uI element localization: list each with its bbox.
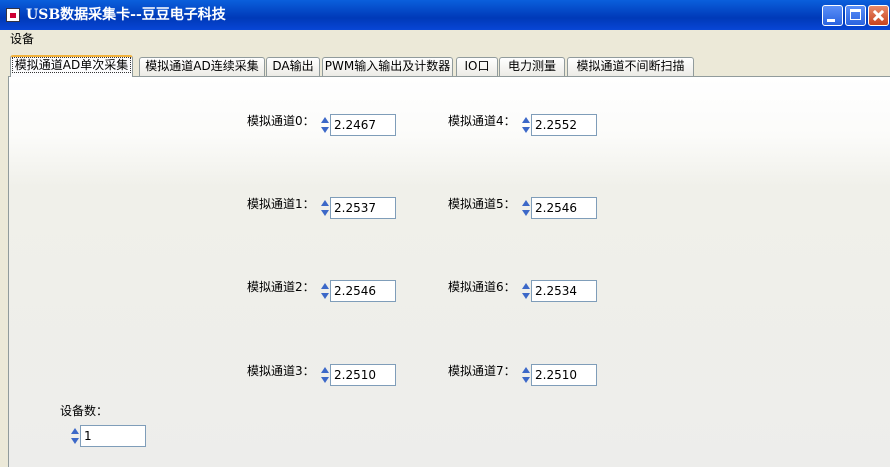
tab-continuous-scan[interactable]: 模拟通道不间断扫描 bbox=[567, 57, 694, 76]
maximize-icon bbox=[850, 9, 861, 20]
spin-down-icon[interactable] bbox=[321, 127, 329, 133]
channel-2-value[interactable]: 2.2546 bbox=[330, 280, 396, 302]
tab-strip: 模拟通道AD单次采集 模拟通道AD连续采集 DA输出 PWM输入输出及计数器 I… bbox=[8, 55, 890, 77]
spin-up-icon[interactable] bbox=[321, 200, 329, 206]
tab-pwm[interactable]: PWM输入输出及计数器 bbox=[322, 57, 453, 76]
channel-0-spinner[interactable] bbox=[320, 114, 330, 136]
spin-up-icon[interactable] bbox=[522, 200, 530, 206]
spin-up-icon[interactable] bbox=[321, 117, 329, 123]
channel-3-spinner[interactable] bbox=[320, 364, 330, 386]
channel-1-value[interactable]: 2.2537 bbox=[330, 197, 396, 219]
spin-down-icon[interactable] bbox=[522, 210, 530, 216]
tab-ad-continuous[interactable]: 模拟通道AD连续采集 bbox=[139, 57, 265, 76]
spin-down-icon[interactable] bbox=[522, 293, 530, 299]
spin-up-icon[interactable] bbox=[522, 117, 530, 123]
title-bar[interactable]: USB数据采集卡--豆豆电子科技 bbox=[0, 0, 890, 30]
app-icon[interactable] bbox=[6, 8, 20, 22]
close-icon bbox=[869, 6, 888, 25]
channel-2-label: 模拟通道2： bbox=[247, 280, 315, 294]
channel-6-spinner[interactable] bbox=[521, 280, 531, 302]
spin-down-icon[interactable] bbox=[522, 127, 530, 133]
minimize-button[interactable] bbox=[822, 5, 843, 26]
channel-2-spinner[interactable] bbox=[320, 280, 330, 302]
window-title: USB数据采集卡--豆豆电子科技 bbox=[26, 7, 226, 23]
channel-3-value[interactable]: 2.2510 bbox=[330, 364, 396, 386]
device-count-spinner[interactable] bbox=[70, 425, 80, 447]
spin-up-icon[interactable] bbox=[71, 428, 79, 434]
spin-down-icon[interactable] bbox=[522, 377, 530, 383]
channel-6-label: 模拟通道6： bbox=[448, 280, 516, 294]
maximize-button[interactable] bbox=[845, 5, 866, 26]
channel-1-spinner[interactable] bbox=[320, 197, 330, 219]
spin-down-icon[interactable] bbox=[71, 438, 79, 444]
menu-device[interactable]: 设备 bbox=[10, 31, 34, 47]
spin-down-icon[interactable] bbox=[321, 377, 329, 383]
spin-down-icon[interactable] bbox=[321, 293, 329, 299]
channel-7-spinner[interactable] bbox=[521, 364, 531, 386]
channel-3-label: 模拟通道3： bbox=[247, 364, 315, 378]
tab-io[interactable]: IO口 bbox=[456, 57, 498, 76]
spin-up-icon[interactable] bbox=[522, 367, 530, 373]
close-button[interactable] bbox=[868, 5, 889, 26]
tab-ad-single[interactable]: 模拟通道AD单次采集 bbox=[10, 55, 133, 77]
channel-1-label: 模拟通道1： bbox=[247, 197, 315, 211]
channel-4-label: 模拟通道4： bbox=[448, 114, 516, 128]
channel-4-value[interactable]: 2.2552 bbox=[531, 114, 597, 136]
device-count-value[interactable]: 1 bbox=[80, 425, 146, 447]
spin-up-icon[interactable] bbox=[321, 367, 329, 373]
tab-da-output[interactable]: DA输出 bbox=[266, 57, 320, 76]
channel-5-spinner[interactable] bbox=[521, 197, 531, 219]
spin-up-icon[interactable] bbox=[522, 283, 530, 289]
tab-ad-single-label: 模拟通道AD单次采集 bbox=[11, 57, 132, 73]
spin-up-icon[interactable] bbox=[321, 283, 329, 289]
channel-0-label: 模拟通道0： bbox=[247, 114, 315, 128]
device-count-label: 设备数： bbox=[60, 404, 109, 418]
channel-4-spinner[interactable] bbox=[521, 114, 531, 136]
spin-down-icon[interactable] bbox=[321, 210, 329, 216]
channel-7-value[interactable]: 2.2510 bbox=[531, 364, 597, 386]
channel-6-value[interactable]: 2.2534 bbox=[531, 280, 597, 302]
channel-7-label: 模拟通道7： bbox=[448, 364, 516, 378]
menu-bar: 设备 bbox=[0, 30, 890, 48]
minimize-icon bbox=[827, 19, 835, 22]
tab-panel-ad-single bbox=[8, 76, 890, 467]
channel-5-label: 模拟通道5： bbox=[448, 197, 516, 211]
channel-0-value[interactable]: 2.2467 bbox=[330, 114, 396, 136]
tab-power-measurement[interactable]: 电力测量 bbox=[499, 57, 565, 76]
channel-5-value[interactable]: 2.2546 bbox=[531, 197, 597, 219]
